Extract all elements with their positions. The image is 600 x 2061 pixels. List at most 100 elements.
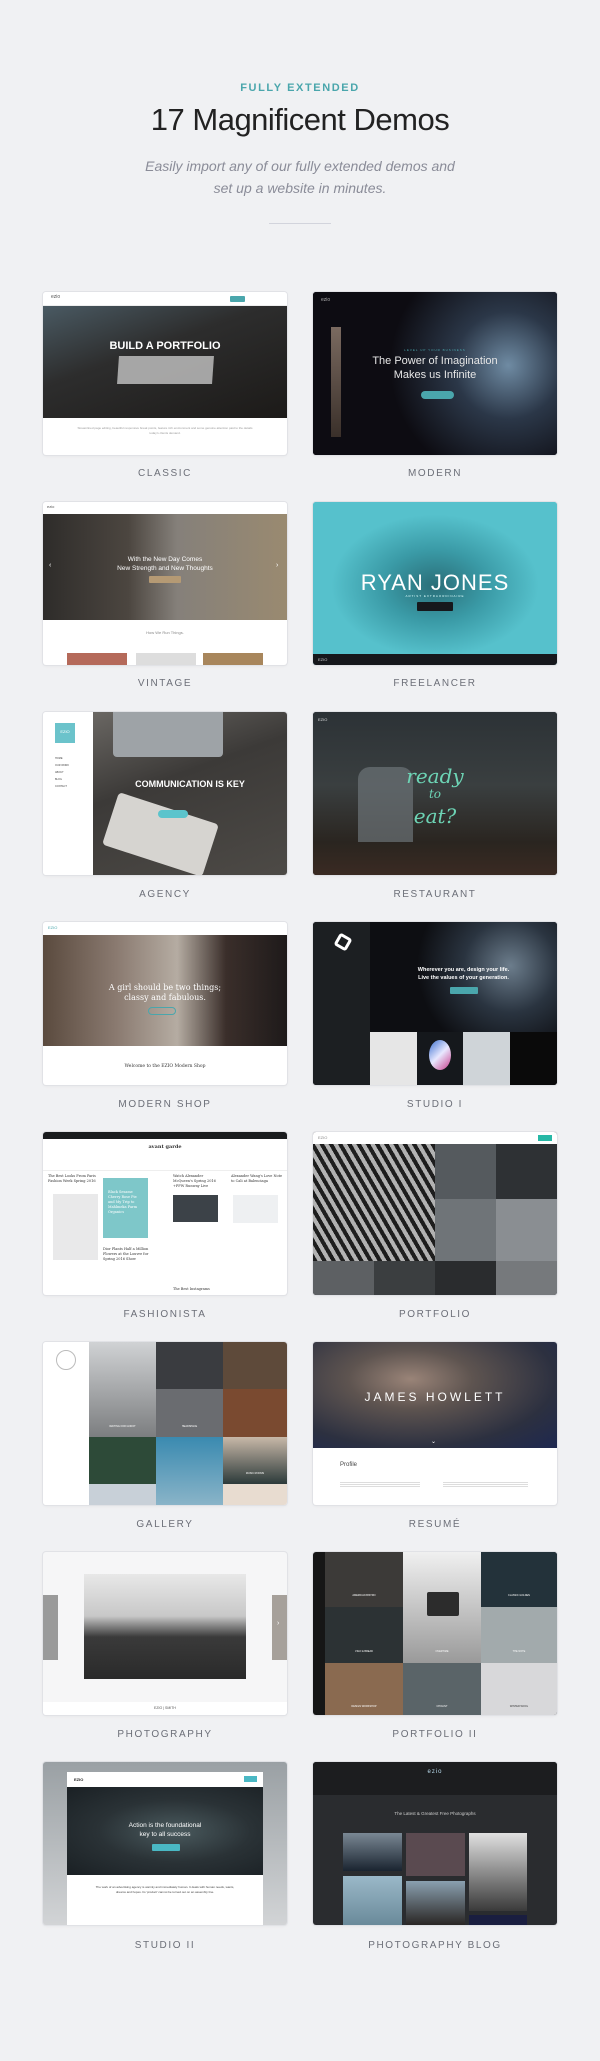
- portfolio-tile: [435, 1144, 496, 1199]
- demo-card-portfolio-2[interactable]: AMERICAN BISTRO OVERTIME CLASSIC GOLDEN …: [313, 1552, 557, 1715]
- zebra-image: [313, 1144, 435, 1261]
- demo-hero-line-1: Action is the foundational: [128, 1822, 202, 1829]
- text-placeholder: [340, 1482, 420, 1487]
- demo-nav: ezio: [43, 502, 287, 514]
- portfolio-tile: [510, 1032, 557, 1085]
- portfolio-tile: VIGO & BREAD: [325, 1607, 403, 1663]
- demo-card-agency[interactable]: EZIO HOME OUR WORK ABOUT BLOG CONTACT CO…: [43, 712, 287, 875]
- demo-footer-nav: EZIO | SMITH: [43, 1702, 287, 1715]
- demo-card-fashionista[interactable]: avant garde The Best Looks From Paris Fa…: [43, 1132, 287, 1295]
- tablet-image: [102, 792, 219, 875]
- gallery-tile: HEADSPACE: [156, 1389, 223, 1437]
- demo-card-studio-1[interactable]: Wherever you are, design your life. Live…: [313, 922, 557, 1085]
- post-image: [53, 1194, 98, 1260]
- post-image: [233, 1195, 278, 1223]
- demo-label: CLASSIC: [138, 468, 192, 479]
- demo-hero-line-2: classy and fabulous.: [124, 993, 206, 1002]
- text-placeholder: [443, 1482, 528, 1487]
- photo-tile: [406, 1881, 465, 1925]
- demo-card-resume[interactable]: JAMES HOWLETT ⌄ Profile: [313, 1342, 557, 1505]
- demo-cta-button: [158, 810, 188, 818]
- post-title: The Best Instagrams: [173, 1287, 210, 1291]
- demo-hero-line-2: Live the values of your generation.: [418, 975, 509, 981]
- demo-sidebar: EZIO HOME OUR WORK ABOUT BLOG CONTACT: [43, 712, 93, 875]
- demo-card-portfolio[interactable]: EZIO: [313, 1132, 557, 1295]
- demo-hero-line-2: to: [428, 787, 442, 801]
- demo-label: STUDIO I: [406, 1099, 464, 1110]
- typewriter-image: [427, 1592, 459, 1616]
- portfolio-tile: [496, 1199, 557, 1261]
- portfolio-tile: [463, 1032, 510, 1085]
- thumbnail-image: [136, 653, 196, 665]
- chevron-right-icon: ›: [276, 562, 279, 569]
- demo-cta-button: [417, 602, 453, 611]
- gallery-tile: [223, 1342, 287, 1389]
- demo-card-modern-shop[interactable]: EZIO A girl should be two things; classy…: [43, 922, 287, 1085]
- demo-card-freelancer[interactable]: RYAN JONES ARTIST EXTRAORDINAIRE EZIO: [313, 502, 557, 665]
- photo-tile: [343, 1876, 402, 1925]
- demo-card-modern[interactable]: ezio LEVEL UP YOUR BUSINESS The Power of…: [313, 292, 557, 455]
- post-image: [173, 1195, 218, 1222]
- demo-hero-title: RYAN JONES: [360, 570, 510, 595]
- portfolio-tile: [370, 1032, 417, 1085]
- keyboard-image: [117, 356, 214, 384]
- demo-cta-button: [148, 1007, 176, 1015]
- monitor-image: [113, 712, 223, 757]
- demo-section-title: How We Run Things.: [146, 630, 184, 635]
- demo-label: PORTFOLIO: [398, 1309, 471, 1320]
- portfolio-tile: WINTER WOOL: [481, 1663, 557, 1715]
- post-title: Watch Alexander McQueen's Spring 2016 +P…: [173, 1174, 216, 1188]
- gallery-tile: [89, 1484, 156, 1505]
- gallery-tile: WAITING FOR GODOT: [89, 1342, 156, 1437]
- portfolio-tile: CHOLINT: [403, 1663, 481, 1715]
- demo-label: RESTAURANT: [393, 889, 477, 900]
- demo-body-text: Streamlined page editing, beautiful resp…: [77, 426, 253, 435]
- crossed-arrows-logo-icon: [56, 1350, 76, 1370]
- prev-slide-image: [43, 1595, 58, 1660]
- gallery-tile: MUSIC ROOMS: [223, 1437, 287, 1484]
- demo-nav-button: [538, 1135, 552, 1141]
- gallery-tile: [156, 1437, 223, 1505]
- demo-hero-image: BUILD A PORTFOLIO: [43, 306, 287, 418]
- demo-nav: EZIO: [43, 922, 287, 935]
- demo-hero-line-1: A girl should be two things;: [108, 983, 222, 992]
- hexagon-logo-icon: [333, 932, 353, 952]
- demo-card-classic[interactable]: ezio BUILD A PORTFOLIO Streamlined page …: [43, 292, 287, 455]
- portfolio-tile: [496, 1261, 557, 1295]
- demo-label: FASHIONISTA: [123, 1309, 207, 1320]
- demo-label: PORTFOLIO II: [392, 1729, 478, 1740]
- post-title: Alexander Wang's Love Note to Cali at Ba…: [231, 1174, 283, 1183]
- portfolio-tile: [417, 1032, 463, 1085]
- gallery-tile: [223, 1389, 287, 1437]
- demo-card-gallery[interactable]: WAITING FOR GODOT HEADSPACE MUSIC ROOMS: [43, 1342, 287, 1505]
- demo-hero-title: JAMES HOWLETT: [364, 1390, 506, 1404]
- chevron-right-icon: ›: [277, 1620, 280, 1627]
- obelisk-image: [331, 327, 341, 437]
- demo-logo: EZIO: [48, 925, 58, 930]
- demo-card-restaurant[interactable]: EZIO ready to eat?: [313, 712, 557, 875]
- demo-nav: ezio: [313, 1762, 557, 1795]
- post-card-featured: Black Sesame Cherry Rose Pie and My Trip…: [103, 1178, 148, 1238]
- subtitle-line-2: set up a website in minutes.: [213, 180, 387, 196]
- demo-section-title: Profile: [340, 1462, 358, 1468]
- demo-label: STUDIO II: [134, 1940, 196, 1951]
- demo-card-studio-2[interactable]: EZIO Action is the foundational key to a…: [43, 1762, 287, 1925]
- gallery-tile: [89, 1437, 156, 1484]
- photo-tile: [469, 1915, 527, 1925]
- post-title: The Best Looks From Paris Fashion Week S…: [48, 1174, 96, 1183]
- demo-hero-image: [84, 1574, 246, 1679]
- subtitle-line-1: Easily import any of our fully extended …: [145, 158, 455, 174]
- demo-label: MODERN: [407, 468, 463, 479]
- demo-card-vintage[interactable]: ezio With the New Day Comes New Strength…: [43, 502, 287, 665]
- demo-card-photography-blog[interactable]: ezio The Latest & Greatest Free Photogra…: [313, 1762, 557, 1925]
- demo-hero-image: Wherever you are, design your life. Live…: [370, 922, 557, 1032]
- demo-card-photography[interactable]: › EZIO | SMITH: [43, 1552, 287, 1715]
- demo-sidebar: [43, 1342, 89, 1505]
- demo-footer-nav: EZIO: [313, 654, 557, 665]
- demo-section-title: The Latest & Greatest Free Photographs: [394, 1811, 476, 1816]
- page-subtitle: Easily import any of our fully extended …: [0, 155, 600, 199]
- photo-tile: [469, 1833, 527, 1911]
- demo-hero-image: Action is the foundational key to all su…: [67, 1787, 263, 1875]
- demo-hero-line-1: Wherever you are, design your life.: [417, 967, 510, 973]
- demo-hero-line-1: With the New Day Comes: [127, 556, 203, 563]
